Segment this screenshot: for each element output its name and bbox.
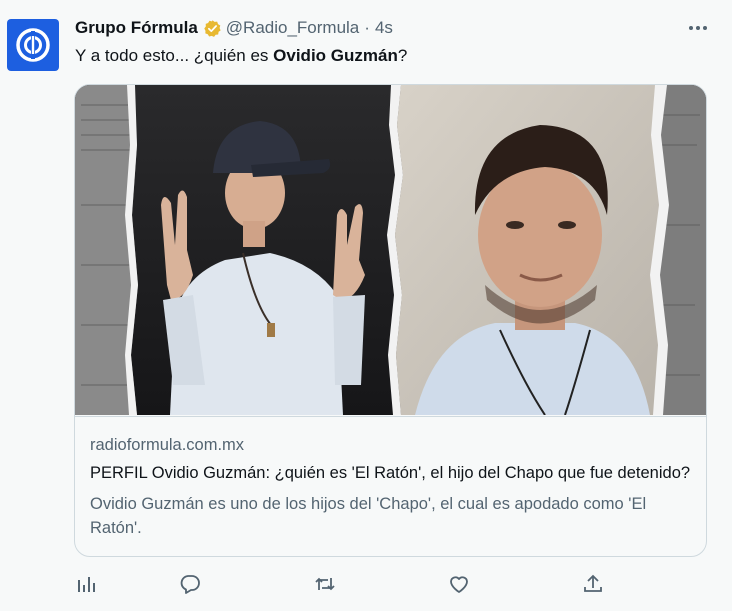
retweet-icon[interactable] [313, 572, 337, 596]
card-title: PERFIL Ovidio Guzmán: ¿quién es 'El Rató… [90, 464, 691, 482]
tweet[interactable]: Grupo Fórmula @Radio_Formula · 4s Y a to… [0, 0, 732, 611]
card-image[interactable] [75, 85, 706, 415]
reply-icon[interactable] [178, 572, 202, 596]
card-description: Ovidio Guzmán es uno de los hijos del 'C… [90, 495, 647, 537]
author-handle[interactable]: @Radio_Formula [226, 18, 359, 38]
views-icon[interactable] [74, 572, 98, 596]
action-bar [0, 566, 732, 602]
separator-dot: · [364, 18, 370, 37]
avatar[interactable] [7, 19, 59, 71]
tweet-header: Grupo Fórmula @Radio_Formula · 4s [75, 17, 393, 39]
tweet-text-end: ? [397, 46, 408, 65]
grupo-formula-logo-icon [16, 28, 50, 62]
tweet-text: Y a todo esto... ¿quién es Ovidio Guzmán… [75, 46, 407, 66]
share-icon[interactable] [581, 572, 605, 596]
tweet-text-start: Y a todo esto... ¿quién es [75, 46, 274, 65]
card-info[interactable]: radioformula.com.mx PERFIL Ovidio Guzmán… [75, 416, 706, 537]
like-icon[interactable] [447, 572, 471, 596]
more-icon[interactable] [686, 17, 710, 39]
card-domain: radioformula.com.mx [90, 436, 245, 454]
author-name[interactable]: Grupo Fórmula [75, 18, 198, 38]
tweet-text-bold: Ovidio Guzmán [273, 46, 398, 65]
verified-badge-icon[interactable] [203, 19, 222, 38]
link-card[interactable]: radioformula.com.mx PERFIL Ovidio Guzmán… [74, 84, 707, 557]
tweet-timestamp[interactable]: 4s [375, 18, 393, 38]
card-image-illustration [75, 85, 706, 415]
